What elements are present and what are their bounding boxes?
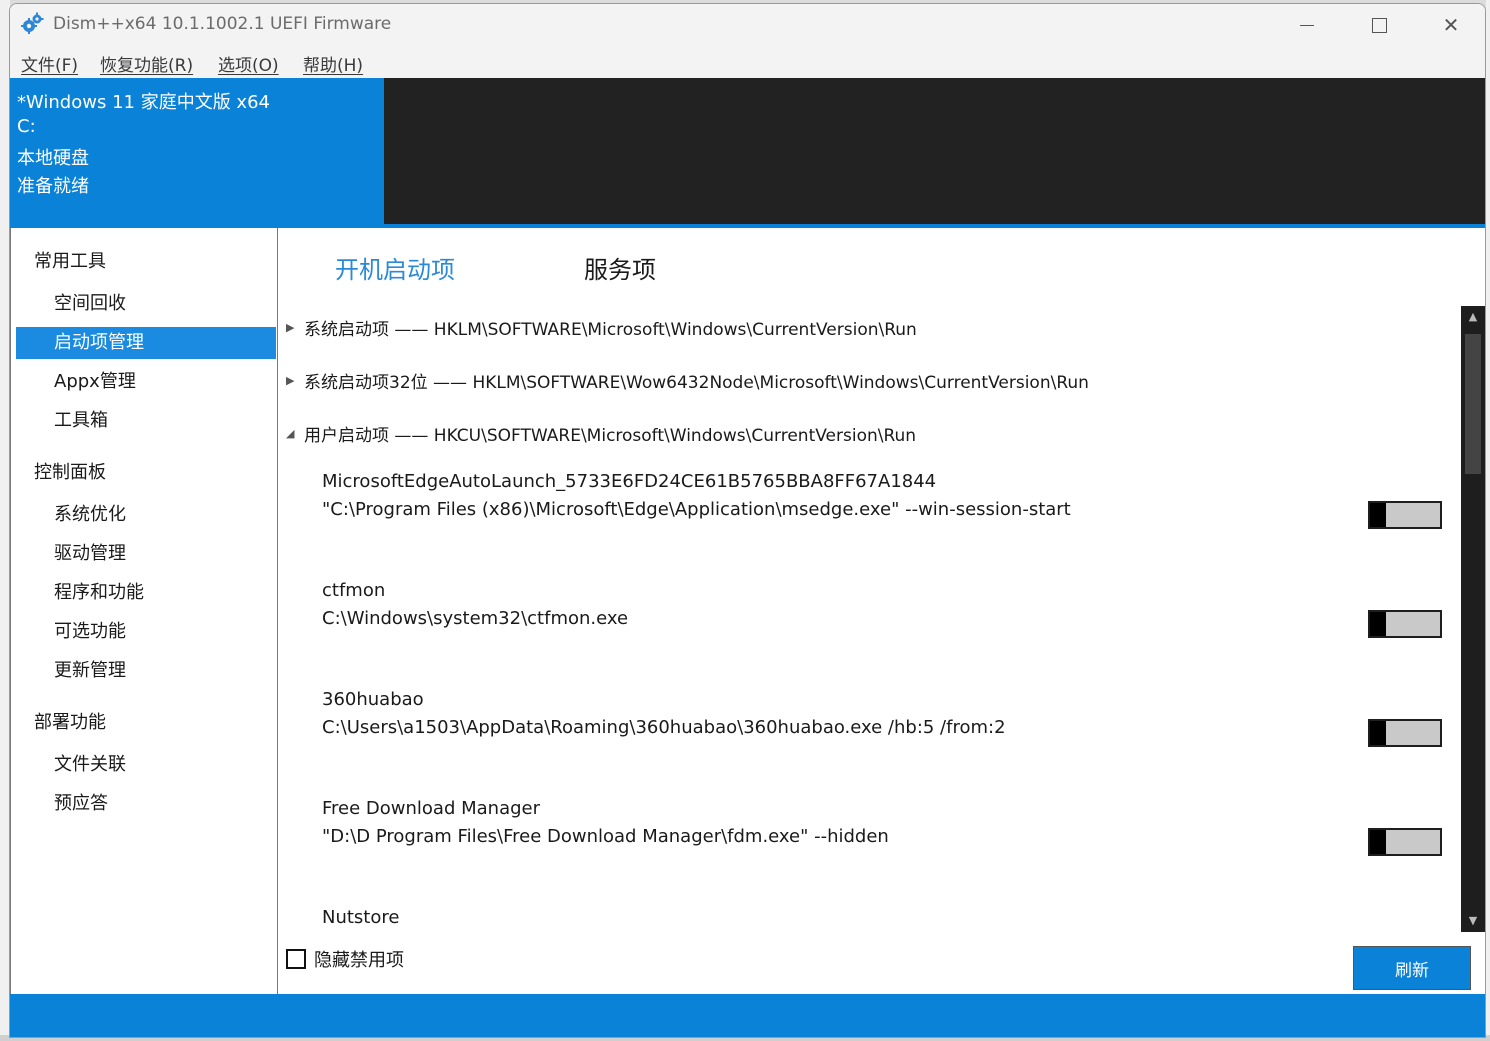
entry-toggle[interactable] <box>1368 828 1442 856</box>
scroll-down-icon[interactable]: ▼ <box>1461 914 1485 928</box>
tab-services[interactable]: 服务项 <box>584 250 656 285</box>
sidebar-group-control-panel[interactable]: 控制面板 <box>34 458 106 484</box>
maximize-icon <box>1371 17 1387 33</box>
menu-recovery[interactable]: 恢复功能(R) <box>100 51 193 76</box>
scroll-thumb[interactable] <box>1465 334 1481 474</box>
entry-name: MicrosoftEdgeAutoLaunch_5733E6FD24CE61B5… <box>322 471 937 492</box>
tab-startup-items[interactable]: 开机启动项 <box>335 250 455 285</box>
group-label: 系统启动项 —— HKLM\SOFTWARE\Microsoft\Windows… <box>304 320 917 340</box>
hide-disabled-checkbox[interactable] <box>286 949 306 969</box>
menu-options[interactable]: 选项(O) <box>218 51 279 76</box>
window-title: Dism++x64 10.1.1002.1 UEFI Firmware <box>53 14 392 34</box>
group-user-startup[interactable]: ◢ 用户启动项 —— HKCU\SOFTWARE\Microsoft\Windo… <box>286 421 916 446</box>
session-header: *Windows 11 家庭中文版 x64 C: 本地硬盘 准备就绪 <box>10 78 1485 228</box>
maximize-button[interactable] <box>1345 4 1413 46</box>
entry-path: "D:\D Program Files\Free Download Manage… <box>322 826 889 847</box>
main-panel: 开机启动项 服务项 ▶ 系统启动项 —— HKLM\SOFTWARE\Micro… <box>278 228 1485 994</box>
sidebar-item-programs[interactable]: 程序和功能 <box>16 577 276 609</box>
entry-toggle[interactable] <box>1368 610 1442 638</box>
group-system-startup[interactable]: ▶ 系统启动项 —— HKLM\SOFTWARE\Microsoft\Windo… <box>286 315 917 340</box>
session-status: 准备就绪 <box>17 176 89 197</box>
gears-icon <box>21 12 44 34</box>
app-window: Dism++x64 10.1.1002.1 UEFI Firmware ✕ 文件… <box>9 3 1486 1038</box>
menu-file[interactable]: 文件(F) <box>21 51 78 76</box>
minimize-icon <box>1300 24 1314 26</box>
sidebar-item-updates[interactable]: 更新管理 <box>16 655 276 687</box>
drive-letter: C: <box>17 116 36 137</box>
sidebar: 常用工具 空间回收 启动项管理 Appx管理 工具箱 控制面板 系统优化 驱动管… <box>10 228 278 994</box>
toggle-knob <box>1370 830 1386 854</box>
hide-disabled-option[interactable]: 隐藏禁用项 <box>286 946 404 972</box>
menu-help[interactable]: 帮助(H) <box>303 51 363 76</box>
hide-disabled-label: 隐藏禁用项 <box>314 950 404 971</box>
sidebar-group-deployment[interactable]: 部署功能 <box>34 708 106 734</box>
toggle-knob <box>1370 503 1386 527</box>
session-info-panel[interactable]: *Windows 11 家庭中文版 x64 C: 本地硬盘 准备就绪 <box>10 78 384 224</box>
toggle-knob <box>1370 612 1386 636</box>
minimize-button[interactable] <box>1273 4 1341 46</box>
sidebar-item-system-optimize[interactable]: 系统优化 <box>16 499 276 531</box>
background-right <box>1486 0 1490 1041</box>
sidebar-item-toolbox[interactable]: 工具箱 <box>16 405 276 437</box>
refresh-button[interactable]: 刷新 <box>1353 946 1471 990</box>
entry-toggle[interactable] <box>1368 501 1442 529</box>
entry-name: Free Download Manager <box>322 798 541 819</box>
group-label: 用户启动项 —— HKCU\SOFTWARE\Microsoft\Windows… <box>304 426 917 446</box>
sidebar-item-space-cleanup[interactable]: 空间回收 <box>16 288 276 320</box>
menu-bar: 文件(F) 恢复功能(R) 选项(O) 帮助(H) <box>10 46 1485 78</box>
scroll-up-icon[interactable]: ▲ <box>1461 310 1485 324</box>
entry-path: C:\Users\a1503\AppData\Roaming\360huabao… <box>322 717 1006 738</box>
close-button[interactable]: ✕ <box>1417 4 1485 46</box>
os-name: *Windows 11 家庭中文版 x64 <box>17 92 270 113</box>
entry-path: "C:\Program Files (x86)\Microsoft\Edge\A… <box>322 499 1071 520</box>
sidebar-item-unattend[interactable]: 预应答 <box>16 788 276 820</box>
sidebar-item-optional-features[interactable]: 可选功能 <box>16 616 276 648</box>
toggle-knob <box>1370 721 1386 745</box>
collapse-arrow-icon: ◢ <box>286 427 295 440</box>
entry-path: C:\Windows\system32\ctfmon.exe <box>322 608 629 629</box>
entry-name: 360huabao <box>322 689 424 710</box>
group-label: 系统启动项32位 —— HKLM\SOFTWARE\Wow6432Node\Mi… <box>304 373 1089 393</box>
sidebar-item-appx[interactable]: Appx管理 <box>16 366 276 398</box>
sidebar-item-file-association[interactable]: 文件关联 <box>16 749 276 781</box>
group-system-startup-32[interactable]: ▶ 系统启动项32位 —— HKLM\SOFTWARE\Wow6432Node\… <box>286 368 1089 393</box>
expand-arrow-icon: ▶ <box>286 374 295 387</box>
close-icon: ✕ <box>1442 13 1460 37</box>
entry-name: Nutstore <box>322 907 400 928</box>
disk-type: 本地硬盘 <box>17 148 89 169</box>
expand-arrow-icon: ▶ <box>286 321 295 334</box>
entry-name: ctfmon <box>322 580 386 601</box>
sidebar-item-drivers[interactable]: 驱动管理 <box>16 538 276 570</box>
entry-toggle[interactable] <box>1368 719 1442 747</box>
status-bar <box>10 994 1485 1037</box>
sidebar-group-common-tools[interactable]: 常用工具 <box>34 247 106 273</box>
sidebar-item-startup-manager[interactable]: 启动项管理 <box>16 327 276 359</box>
vertical-scrollbar[interactable]: ▲ ▼ <box>1461 306 1485 932</box>
title-bar: Dism++x64 10.1.1002.1 UEFI Firmware ✕ <box>10 4 1485 46</box>
